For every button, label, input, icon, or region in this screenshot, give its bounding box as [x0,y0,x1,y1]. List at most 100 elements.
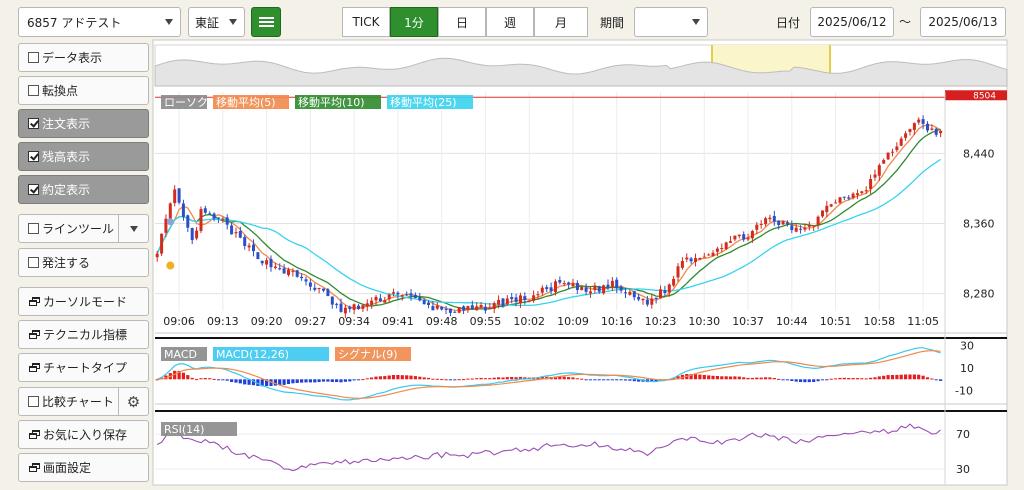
candle-body [799,228,803,230]
candle-body [939,130,943,134]
candle-body [825,205,829,213]
candle-body [781,221,785,225]
macd-histogram-bar [335,379,339,382]
candle-body [195,230,199,239]
candle-body [584,287,588,292]
macd-histogram-bar [584,379,588,381]
macd-histogram-bar [326,379,330,382]
macd-histogram-bar [575,378,579,380]
rsi-legend-0: RSI(14) [164,423,204,436]
macd-histogram-bar [378,376,382,380]
candle-body [549,287,553,291]
macd-histogram-bar [313,379,317,383]
macd-tick-label: 30 [960,340,974,353]
candle-body [440,307,444,310]
macd-histogram-bar [216,379,221,381]
candle-body [834,202,838,204]
macd-histogram-bar [807,379,811,383]
macd-histogram-bar [799,379,803,382]
candle-body [190,228,194,241]
candle-body [217,217,220,219]
candle-body [431,306,435,311]
macd-histogram-bar [479,377,483,380]
candle-body [330,296,334,305]
macd-histogram-bar [470,378,474,380]
candle-body [483,306,487,311]
candle-body [168,203,172,220]
macd-histogram-bar [628,379,632,381]
macd-histogram-bar [374,376,378,380]
candle-body [361,305,365,309]
price-tick-label: 8,280 [963,288,995,301]
time-tick-label: 09:27 [295,315,327,328]
candle-body [733,235,737,240]
candle-body [606,284,610,288]
macd-histogram-bar [221,379,225,381]
candle-body [199,209,203,231]
candle-body [492,303,496,309]
macd-legend-0: MACD [164,348,197,361]
candle-body [475,306,479,311]
candle-body [370,300,374,305]
candle-body [536,294,540,296]
candle-body [838,197,842,203]
macd-histogram-bar [361,379,365,381]
time-tick-label: 11:05 [907,315,939,328]
price-tick-label: 8,360 [963,217,995,230]
macd-histogram-bar [790,379,794,381]
candle-body [580,286,584,291]
candle-body [160,233,164,254]
macd-histogram-bar [912,374,916,380]
candle-body [418,297,422,301]
macd-histogram-bar [825,379,829,381]
macd-histogram-bar [632,379,636,382]
macd-histogram-bar [842,377,846,380]
time-tick-label: 09:06 [163,315,195,328]
macd-histogram-bar [606,379,610,381]
candle-body [602,285,606,294]
macd-histogram-bar [768,377,772,380]
candle-body [243,237,247,246]
candle-body [934,128,938,135]
macd-histogram-bar [352,379,356,381]
candle-body [737,234,741,237]
macd-histogram-bar [781,379,785,381]
macd-histogram-bar [488,378,492,380]
candle-body [540,287,544,293]
macd-histogram-bar [562,376,566,380]
macd-histogram-bar [602,379,606,381]
macd-histogram-bar [623,379,628,381]
macd-histogram-bar [199,378,203,380]
candle-body [851,193,855,198]
macd-histogram-bar [904,374,908,380]
candle-body [562,283,566,285]
macd-histogram-bar [453,379,457,381]
candle-body [282,268,286,274]
candle-body [501,298,505,306]
candle-body [378,298,382,302]
candle-body [707,254,711,256]
macd-histogram-bar [707,375,711,380]
macd-histogram-bar [939,379,943,381]
macd-histogram-bar [365,378,369,380]
macd-histogram-bar [886,375,890,380]
macd-legend-2: シグナル(9) [338,347,398,361]
candle-body [335,303,339,305]
candle-body [794,227,798,232]
macd-histogram-bar [444,379,448,381]
macd-tick-label: 10 [960,362,974,375]
chart-area[interactable]: 8,440 8,360 8,280 09:06 09:13 09:20 09:27 09:34… [0,0,1024,490]
candle-body [812,225,816,227]
candle-body [256,252,260,260]
macd-histogram-bar [286,379,291,384]
macd-histogram-bar [400,375,404,380]
macd-histogram-bar [610,379,614,381]
candle-body [856,193,859,195]
time-tick-label: 10:09 [557,315,589,328]
macd-histogram-bar [772,378,776,380]
candle-body [667,284,671,293]
macd-histogram-bar [720,376,724,380]
candle-body [864,190,868,192]
macd-histogram-bar [742,377,746,380]
macd-histogram-bar [501,377,505,380]
